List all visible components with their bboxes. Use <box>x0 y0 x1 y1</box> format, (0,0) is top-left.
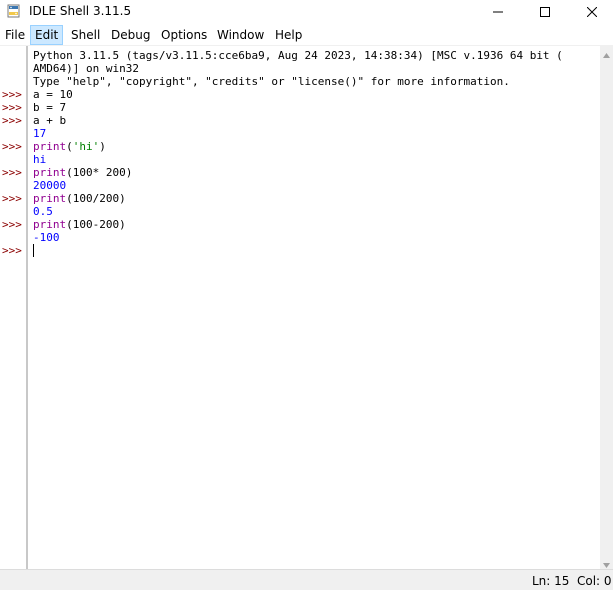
banner-line: Type "help", "copyright", "credits" or "… <box>33 75 510 88</box>
text-cursor <box>33 244 34 257</box>
call-args: ( <box>66 140 73 153</box>
shell-prompt: >>> <box>2 244 22 257</box>
minimize-button[interactable] <box>475 0 521 22</box>
call-args: (100* 200) <box>66 166 133 179</box>
input-line: print(100/200) <box>33 192 126 205</box>
input-line: print(100-200) <box>33 218 126 231</box>
menu-debug[interactable]: Debug <box>107 25 154 45</box>
shell-prompt: >>> <box>2 140 22 153</box>
call-args: ) <box>99 140 106 153</box>
menu-help[interactable]: Help <box>271 25 306 45</box>
output-line: 0.5 <box>33 205 53 218</box>
input-line: b = 7 <box>33 101 67 114</box>
builtin-keyword: print <box>33 140 67 153</box>
prompt-gutter: >>> >>> >>> >>> >>> >>> >>> >>> <box>0 46 26 569</box>
shell-prompt: >>> <box>2 218 22 231</box>
minimize-icon <box>493 2 503 21</box>
menu-file[interactable]: File <box>1 25 29 45</box>
input-line: print(100* 200) <box>33 166 132 179</box>
shell-prompt: >>> <box>2 101 22 114</box>
call-args: (100-200) <box>66 218 126 231</box>
chevron-up-icon <box>603 43 610 62</box>
input-line: print('hi') <box>33 140 106 153</box>
builtin-keyword: print <box>33 192 67 205</box>
call-args: (100/200) <box>66 192 126 205</box>
column-number-status: Col: 0 <box>577 574 612 588</box>
scroll-down-button[interactable] <box>600 556 613 569</box>
python-idle-icon <box>6 3 22 19</box>
scroll-up-button[interactable] <box>600 46 613 59</box>
shell-prompt: >>> <box>2 192 22 205</box>
maximize-icon <box>540 2 550 21</box>
shell-text-area[interactable]: Python 3.11.5 (tags/v3.11.5:cce6ba9, Aug… <box>30 46 600 569</box>
shell-prompt: >>> <box>2 166 22 179</box>
shell-prompt: >>> <box>2 88 22 101</box>
builtin-keyword: print <box>33 218 67 231</box>
menu-options[interactable]: Options <box>157 25 211 45</box>
builtin-keyword: print <box>33 166 67 179</box>
close-button[interactable] <box>569 0 613 22</box>
string-literal: 'hi' <box>72 140 100 153</box>
line-number-status: Ln: 15 <box>532 574 570 588</box>
output-line: hi <box>33 153 47 166</box>
output-line: -100 <box>33 231 60 244</box>
menu-shell[interactable]: Shell <box>67 25 104 45</box>
output-line: 17 <box>33 127 47 140</box>
vertical-scrollbar[interactable] <box>600 46 613 569</box>
menu-edit[interactable]: Edit <box>30 25 64 45</box>
idle-shell-window: IDLE Shell 3.11.5 File Edit Shell Debug … <box>0 0 613 590</box>
banner-line: AMD64)] on win32 <box>33 62 139 75</box>
input-line: a + b <box>33 114 67 127</box>
close-icon <box>586 2 598 21</box>
window-title: IDLE Shell 3.11.5 <box>29 4 132 18</box>
status-bar: Ln: 15 Col: 0 <box>0 569 613 590</box>
gutter-divider <box>26 46 28 569</box>
input-line: a = 10 <box>33 88 73 101</box>
output-line: 20000 <box>33 179 67 192</box>
shell-prompt: >>> <box>2 114 22 127</box>
banner-line: Python 3.11.5 (tags/v3.11.5:cce6ba9, Aug… <box>33 49 563 62</box>
title-bar[interactable]: IDLE Shell 3.11.5 <box>0 0 613 24</box>
menu-bar: File Edit Shell Debug Options Window Hel… <box>0 25 613 45</box>
menu-window[interactable]: Window <box>213 25 268 45</box>
maximize-button[interactable] <box>522 0 568 22</box>
